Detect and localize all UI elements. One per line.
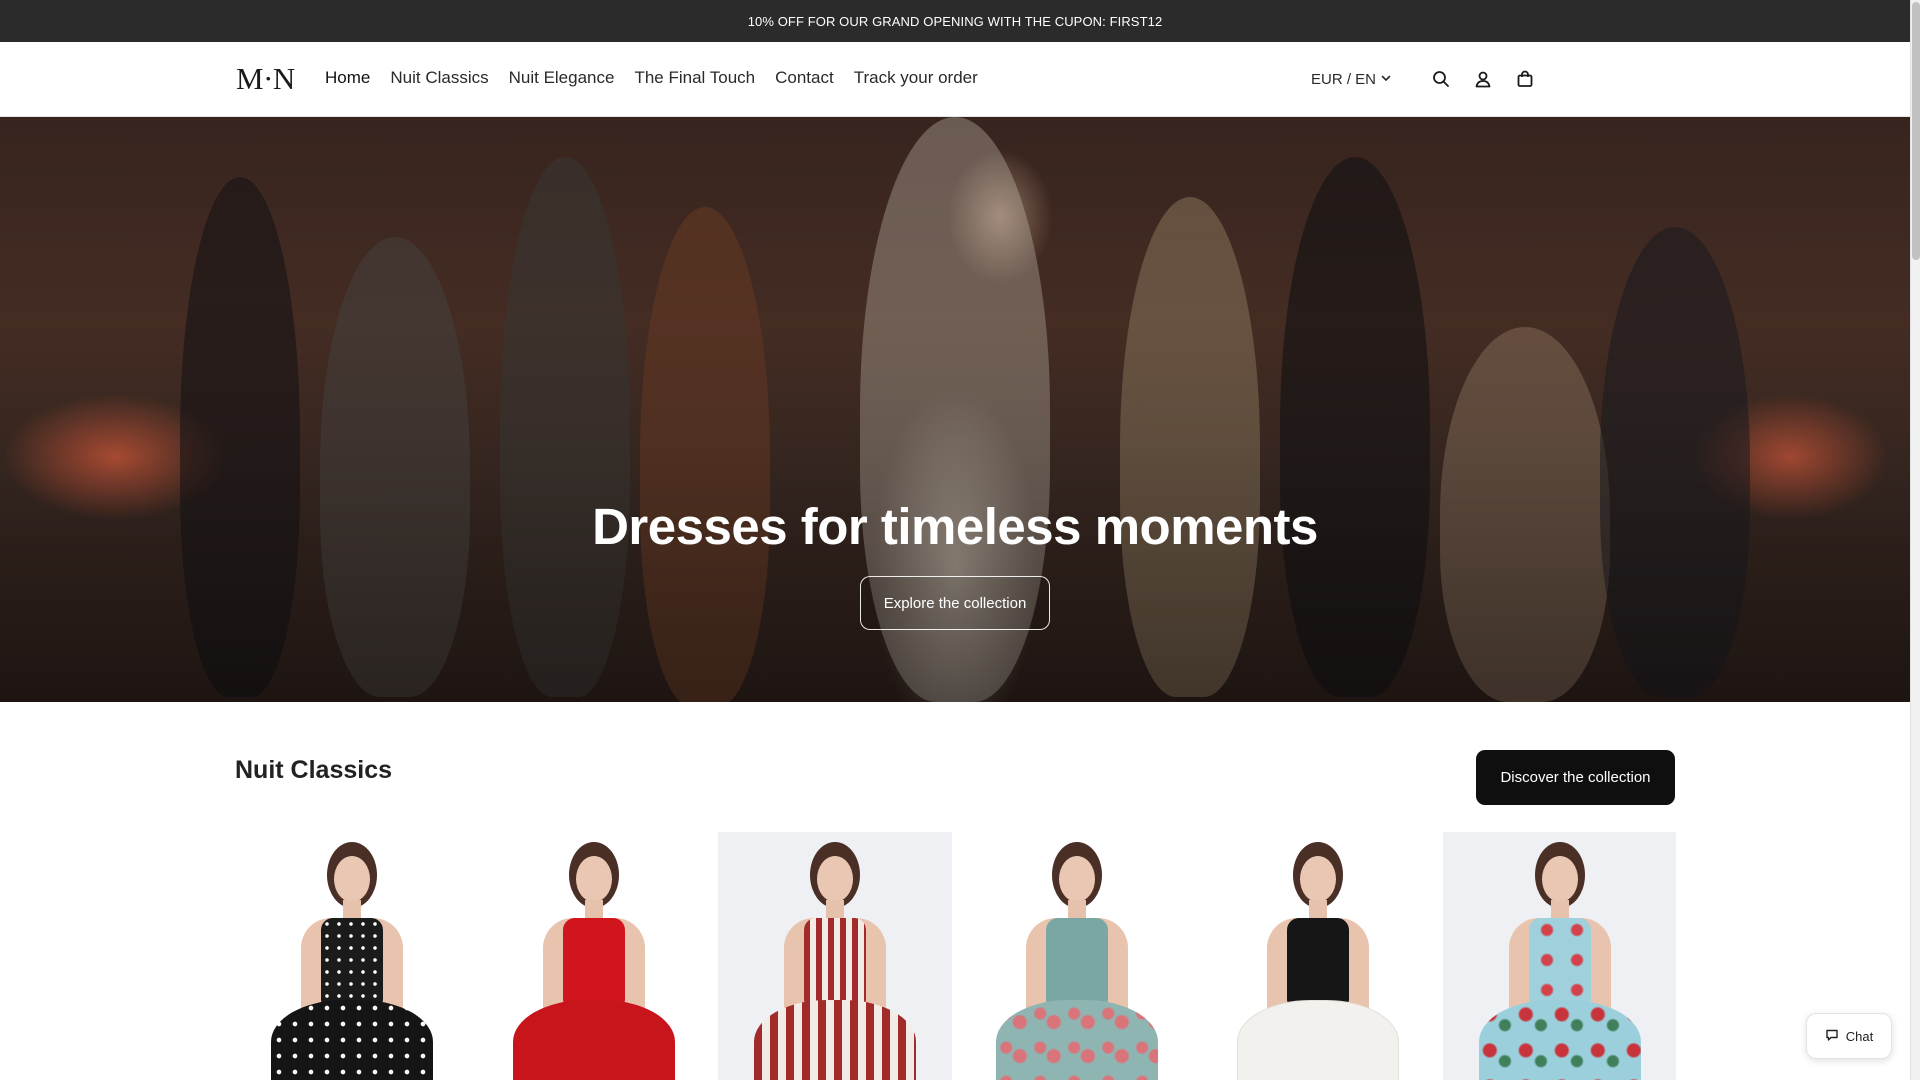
- discover-collection-button[interactable]: Discover the collection: [1476, 750, 1675, 805]
- product-card[interactable]: [1201, 832, 1435, 1080]
- product-card[interactable]: [235, 832, 469, 1080]
- chevron-down-icon: [1380, 71, 1392, 88]
- dress-skirt: [1478, 1000, 1641, 1080]
- nav-the-final-touch[interactable]: The Final Touch: [634, 66, 755, 90]
- currency-label: EUR / EN: [1310, 70, 1376, 88]
- hero-title: Dresses for timeless moments: [592, 498, 1318, 555]
- product-card[interactable]: [1442, 832, 1676, 1080]
- header-actions: EUR / EN: [1311, 64, 1540, 94]
- dress-skirt: [512, 1000, 675, 1080]
- nav-track-order[interactable]: Track your order: [854, 66, 978, 90]
- currency-language-selector[interactable]: EUR / EN: [1311, 71, 1392, 88]
- dress-skirt: [1237, 1000, 1399, 1080]
- dress-bodice: [321, 918, 383, 1004]
- dress-bodice: [562, 918, 625, 1004]
- announcement-bar: 10% OFF FOR OUR GRAND OPENING WITH THE C…: [0, 0, 1910, 42]
- product-card[interactable]: [959, 832, 1193, 1080]
- dress-skirt: [271, 1000, 433, 1080]
- hero-banner: Dresses for timeless moments Explore the…: [0, 117, 1910, 702]
- product-grid: [235, 832, 1676, 1080]
- model-neck: [584, 900, 603, 920]
- product-card[interactable]: [476, 832, 710, 1080]
- model-neck: [1550, 900, 1569, 920]
- page-scrollbar[interactable]: [1910, 0, 1920, 1080]
- dress-bodice: [1045, 918, 1108, 1004]
- model-neck: [826, 900, 844, 920]
- section-title: Nuit Classics: [235, 756, 393, 784]
- dress-bodice: [1287, 918, 1349, 1004]
- search-icon[interactable]: [1426, 64, 1456, 94]
- explore-collection-button[interactable]: Explore the collection: [860, 576, 1050, 630]
- dress-bodice: [804, 918, 866, 1004]
- account-icon[interactable]: [1468, 64, 1498, 94]
- nav-nuit-elegance[interactable]: Nuit Elegance: [509, 66, 615, 90]
- model-face: [1541, 856, 1578, 902]
- model-face: [817, 856, 853, 902]
- model-neck: [1309, 900, 1327, 920]
- dress-skirt: [995, 1000, 1158, 1080]
- chat-label: Chat: [1845, 1028, 1874, 1044]
- product-card[interactable]: [718, 832, 952, 1080]
- dress-skirt: [754, 1000, 916, 1080]
- site-header: M·N Home Nuit Classics Nuit Elegance The…: [0, 42, 1910, 117]
- scrollbar-thumb[interactable]: [1912, 2, 1920, 260]
- model-face: [1300, 856, 1336, 902]
- chat-bubble-icon: [1825, 1028, 1839, 1045]
- model-face: [1058, 856, 1095, 902]
- model-neck: [1067, 900, 1086, 920]
- cart-icon[interactable]: [1510, 64, 1540, 94]
- nav-nuit-classics[interactable]: Nuit Classics: [390, 66, 488, 90]
- brand-logo[interactable]: M·N: [236, 61, 295, 96]
- nav-contact[interactable]: Contact: [775, 66, 834, 90]
- nav-home[interactable]: Home: [325, 66, 370, 90]
- dress-bodice: [1528, 918, 1591, 1004]
- announcement-text: 10% OFF FOR OUR GRAND OPENING WITH THE C…: [747, 13, 1163, 29]
- model-face: [575, 856, 612, 902]
- main-nav: Home Nuit Classics Nuit Elegance The Fin…: [325, 66, 998, 90]
- chat-button[interactable]: Chat: [1806, 1013, 1892, 1059]
- model-face: [334, 856, 370, 902]
- model-neck: [343, 900, 361, 920]
